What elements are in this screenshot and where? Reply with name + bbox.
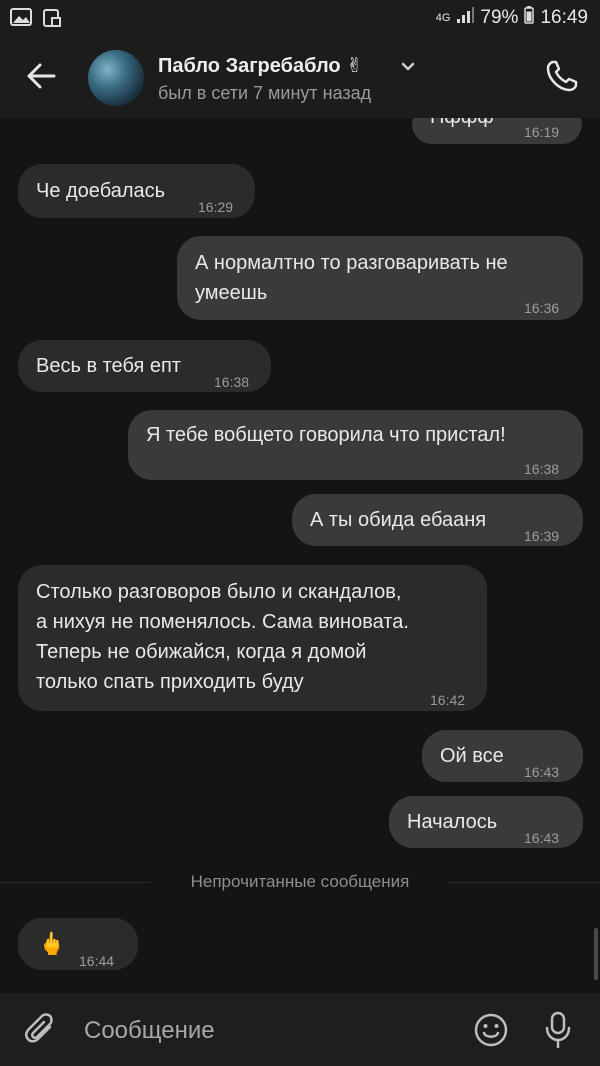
message-time: 16:38	[524, 461, 560, 477]
microphone-icon[interactable]	[544, 1011, 572, 1054]
message-time: 16:43	[524, 764, 560, 780]
message-time: 16:39	[524, 528, 560, 544]
message-bubble-outgoing[interactable]: Началось 16:43	[389, 796, 583, 848]
message-text: А ты обида ебааня	[310, 509, 487, 531]
clock: 16:49	[540, 7, 588, 28]
message-time: 16:36	[524, 300, 560, 316]
last-seen-status: был в сети 7 минут назад	[158, 83, 372, 103]
signal-icon	[456, 6, 475, 30]
message-time: 16:42	[430, 692, 466, 708]
message-emoji: 🖕	[38, 931, 66, 956]
avatar[interactable]	[88, 50, 144, 106]
battery-icon	[524, 6, 535, 30]
message-bubble-incoming[interactable]: Весь в тебя епт 16:38	[18, 340, 271, 392]
unread-divider: Непрочитанные сообщения	[0, 870, 600, 896]
screenshot-icon	[42, 8, 62, 33]
message-list[interactable]: Пффф 16:19 Че доебалась 16:29 А нормалтн…	[0, 118, 600, 994]
message-composer: Сообщение	[0, 994, 600, 1066]
message-text: Весь в тебя епт	[36, 355, 181, 377]
message-bubble-outgoing[interactable]: А нормалтно то разговаривать не умеешь 1…	[177, 236, 583, 320]
message-text: Че доебалась	[36, 180, 166, 202]
message-text: Я тебе вобщето говорила что пристал!	[146, 424, 506, 446]
message-text: Столько разговоров было и скандалов, а н…	[36, 581, 409, 693]
unread-divider-label: Непрочитанные сообщения	[190, 872, 410, 891]
attach-icon[interactable]	[24, 1013, 58, 1054]
message-time: 16:38	[214, 374, 250, 390]
message-time: 16:44	[79, 953, 115, 969]
contact-name[interactable]: Пабло Загребабло ✌	[158, 53, 363, 78]
message-bubble-outgoing[interactable]: Я тебе вобщето говорила что пристал! 16:…	[128, 410, 583, 480]
message-text: Ой все	[440, 745, 504, 767]
emoji-icon[interactable]	[473, 1012, 509, 1053]
message-time: 16:43	[524, 830, 560, 846]
back-arrow-icon[interactable]	[26, 62, 56, 95]
battery-percent: 79%	[480, 7, 519, 28]
message-bubble-outgoing[interactable]: Пффф 16:19	[412, 118, 582, 144]
phone-icon[interactable]	[544, 58, 580, 99]
message-text: А нормалтно то разговаривать не умеешь	[195, 252, 508, 304]
message-bubble-incoming[interactable]: 🖕 16:44	[18, 918, 138, 970]
message-time: 16:19	[524, 124, 560, 140]
message-text: Пффф	[430, 118, 494, 132]
image-icon	[10, 8, 32, 33]
chat-header: Пабло Загребабло ✌ был в сети 7 минут на…	[0, 36, 600, 118]
chevron-down-icon[interactable]	[400, 60, 416, 78]
message-text: Началось	[407, 811, 498, 833]
message-bubble-outgoing[interactable]: А ты обида ебааня 16:39	[292, 494, 583, 546]
message-bubble-incoming[interactable]: Столько разговоров было и скандалов, а н…	[18, 565, 487, 711]
message-time: 16:29	[198, 199, 234, 215]
message-bubble-outgoing[interactable]: Ой все 16:43	[422, 730, 583, 782]
message-placeholder: Сообщение	[84, 1017, 215, 1044]
network-type: 4G	[435, 12, 451, 24]
message-bubble-incoming[interactable]: Че доебалась 16:29	[18, 164, 255, 218]
status-bar: 4G 79% 16:49	[0, 0, 600, 36]
scrollbar-thumb[interactable]	[594, 928, 598, 980]
